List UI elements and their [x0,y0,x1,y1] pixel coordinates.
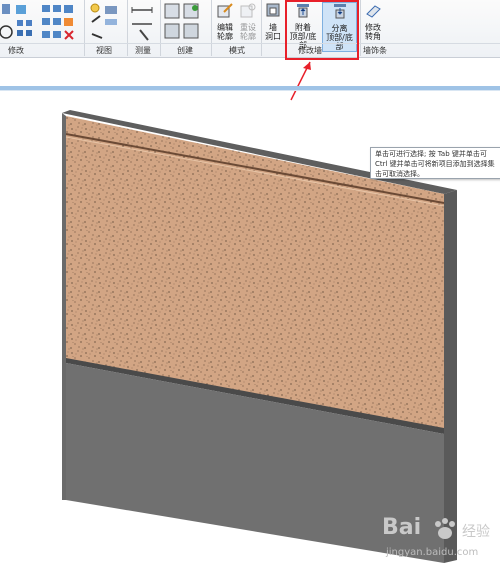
watermark-url: jingyan.baidu.com [386,547,479,558]
tooltip-line-2: Ctrl 键并单击可将新项目添加到选择集 [375,160,495,168]
wall-side-face [444,190,457,563]
watermark-brand: Bai [382,515,422,540]
baidu-watermark: Bai 经验 jingyan.baidu.com [382,515,500,570]
watermark-cn: 经验 [462,524,490,540]
selection-tooltip: 单击可进行选择; 按 Tab 键并单击可 Ctrl 键并单击可将新项目添加到选择… [370,147,500,179]
tooltip-line-3: 击可取消选择。 [375,170,424,178]
tooltip-line-1: 单击可进行选择; 按 Tab 键并单击可 [375,150,487,158]
wall-3d-view[interactable] [0,0,500,570]
paw-icon [435,518,455,539]
